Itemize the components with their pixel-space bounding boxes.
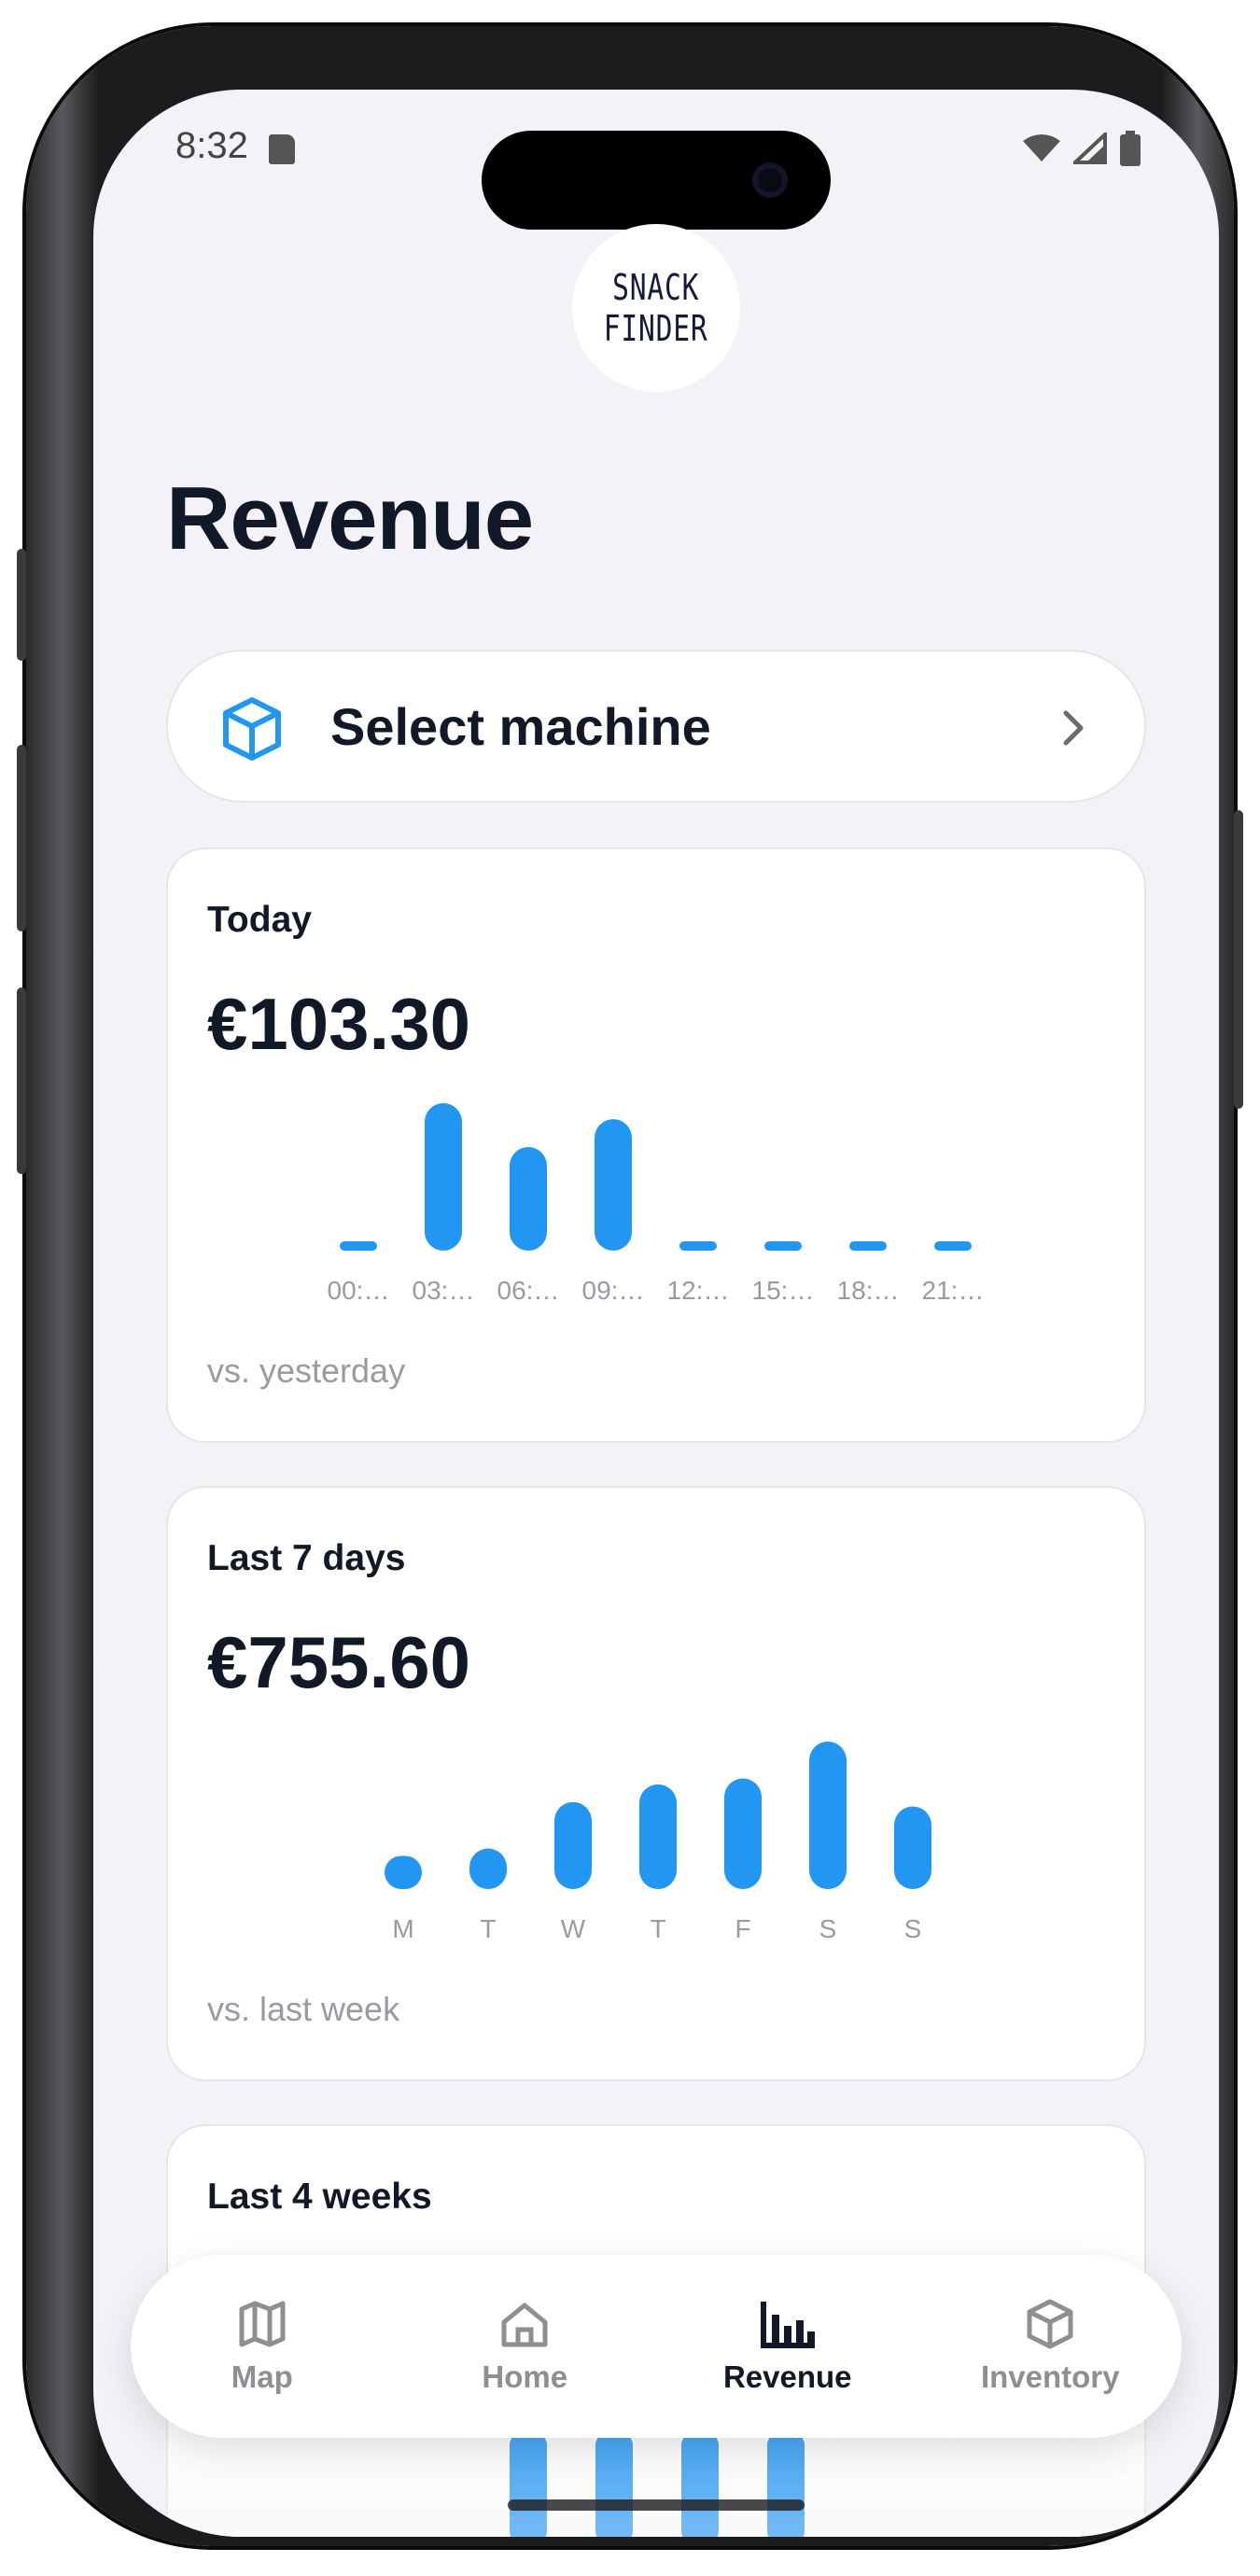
select-machine-button[interactable]: Select machine	[166, 650, 1146, 803]
card-title: Last 4 weeks	[207, 2177, 432, 2217]
x-tick-label: F	[735, 1914, 750, 1943]
logo-line-1: SNACK	[612, 267, 700, 308]
chart-bar	[934, 1241, 972, 1251]
today-bar-chart: 00:… 03:… 06:… 09:… 12:… 15:… 18:… 21:…	[328, 1103, 985, 1305]
action-button	[17, 549, 26, 661]
tab-home[interactable]: Home	[394, 2255, 657, 2438]
chart-bar	[849, 1241, 887, 1251]
x-tick-label: S	[819, 1914, 837, 1943]
status-icons	[1023, 131, 1141, 166]
box-icon	[1027, 2299, 1073, 2349]
comparison-label: vs. yesterday	[207, 1351, 406, 1390]
x-tick-label: 00:…	[328, 1276, 390, 1305]
cellular-icon	[1073, 133, 1107, 164]
comparison-label: vs. last week	[207, 1990, 400, 2028]
chart-bar	[340, 1241, 377, 1251]
chart-bar	[764, 1241, 802, 1251]
tab-map[interactable]: Map	[131, 2255, 394, 2438]
chart-bar	[639, 1784, 677, 1889]
sd-card-icon	[269, 134, 295, 164]
x-tick-label: T	[480, 1914, 496, 1943]
chart-bar	[679, 1241, 717, 1251]
x-tick-label: 18:…	[837, 1276, 900, 1305]
wifi-icon	[1023, 134, 1060, 161]
chart-bar	[554, 1801, 592, 1889]
bar-chart-icon	[760, 2302, 815, 2348]
volume-down-button	[17, 987, 26, 1174]
chart-bar	[510, 1146, 547, 1251]
power-button	[1234, 810, 1243, 1109]
chart-bar	[595, 1119, 632, 1251]
chart-bar	[724, 1778, 762, 1889]
x-tick-label: 09:…	[582, 1276, 645, 1305]
tab-label: Map	[231, 2359, 293, 2394]
x-tick-label: 12:…	[667, 1276, 730, 1305]
x-tick-label: S	[904, 1914, 922, 1943]
card-title: Today	[207, 900, 312, 940]
cube-icon	[223, 697, 281, 761]
home-indicator	[508, 2499, 805, 2511]
battery-icon	[1120, 131, 1141, 166]
select-machine-label: Select machine	[330, 697, 711, 756]
chart-bar	[894, 1806, 931, 1889]
logo-line-2: FINDER	[604, 308, 708, 349]
chart-bar	[385, 1855, 422, 1889]
chart-bar	[425, 1103, 462, 1251]
tab-revenue[interactable]: Revenue	[656, 2255, 919, 2438]
dynamic-island	[482, 131, 831, 230]
home-icon	[501, 2303, 548, 2347]
tab-label: Home	[482, 2359, 568, 2394]
x-tick-label: 06:…	[497, 1276, 560, 1305]
chart-bar	[809, 1742, 847, 1889]
x-tick-label: T	[650, 1914, 665, 1943]
revenue-amount: €755.60	[207, 1621, 470, 1703]
tab-inventory[interactable]: Inventory	[919, 2255, 1183, 2438]
status-time: 8:32	[175, 125, 248, 166]
today-revenue-card[interactable]: Today €103.30 00:… 03:… 06:… 09:… 12:… 15:… 18…	[166, 847, 1146, 1443]
x-tick-label: 21:…	[922, 1276, 985, 1305]
map-icon	[239, 2301, 286, 2347]
tab-label: Revenue	[722, 2359, 852, 2394]
snack-finder-logo: SNACK FINDER	[572, 224, 740, 392]
card-title: Last 7 days	[207, 1538, 406, 1578]
weekly-bar-chart: MTWTFSS	[385, 1742, 931, 1943]
chart-bar	[469, 1848, 507, 1889]
tab-label: Inventory	[980, 2359, 1120, 2394]
tab-bar: Map Home Revenue Inventory	[131, 2255, 1182, 2438]
x-tick-label: 03:…	[413, 1276, 475, 1305]
last-7-days-card[interactable]: Last 7 days €755.60 M T W T F S S vs. last wee…	[166, 1486, 1146, 2081]
app-screen: 8:32 SNACK FINDER Revenue Select machine…	[93, 90, 1219, 2537]
phone-frame: 8:32 SNACK FINDER Revenue Select machine…	[17, 26, 1243, 2546]
page-title: Revenue	[166, 469, 534, 568]
volume-up-button	[17, 745, 26, 931]
x-tick-label: W	[561, 1914, 586, 1943]
revenue-amount: €103.30	[207, 983, 470, 1065]
x-tick-label: M	[392, 1914, 413, 1943]
chevron-right-icon	[1063, 710, 1084, 746]
x-tick-label: 15:…	[752, 1276, 815, 1305]
